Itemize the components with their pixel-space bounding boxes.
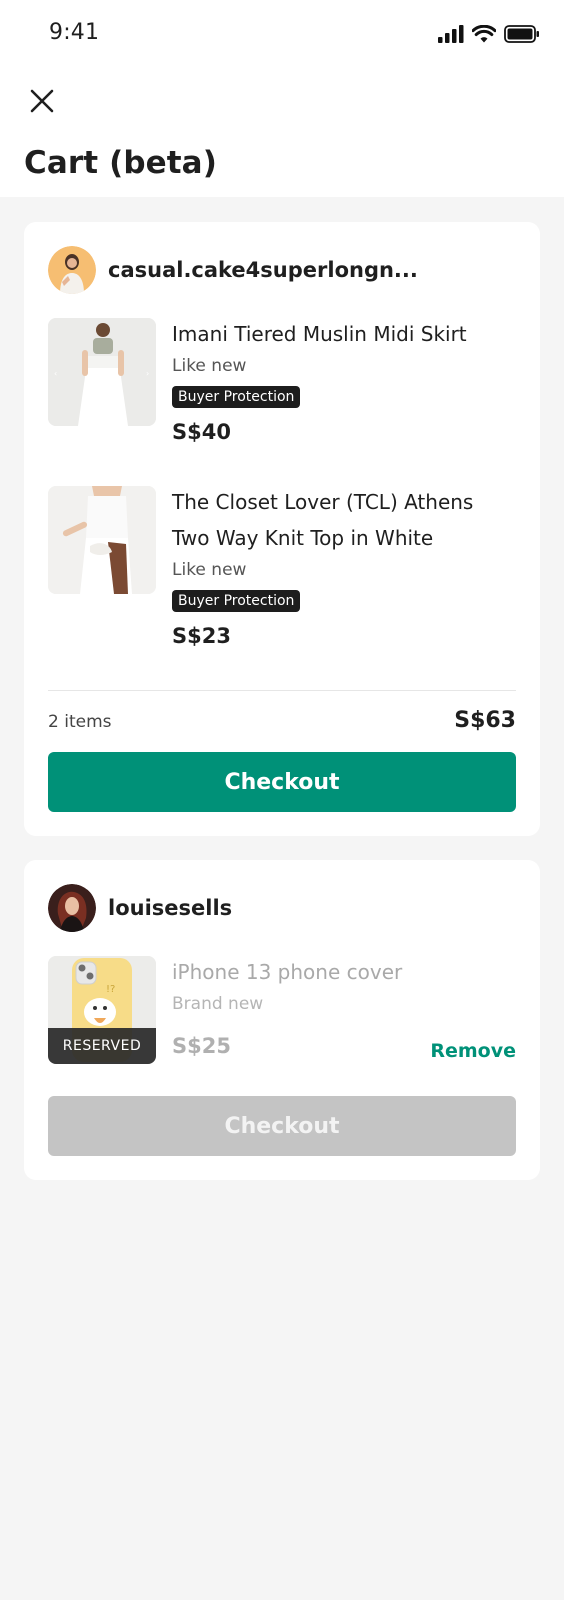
cart-total: S$63: [454, 708, 516, 733]
page-title: Cart (beta): [24, 145, 217, 181]
cart-item[interactable]: !? RESERVED iPhone 13 phone cover Brand …: [48, 956, 516, 1064]
item-info: Imani Tiered Muslin Midi Skirt Like new …: [172, 318, 516, 444]
remove-button[interactable]: Remove: [430, 1040, 516, 1062]
item-title: Imani Tiered Muslin Midi Skirt: [172, 322, 467, 346]
battery-icon: [504, 25, 540, 47]
seller-cart-card: casual.cake4superlongn... ‹ › Imani Tier…: [24, 222, 540, 836]
close-button[interactable]: [26, 85, 58, 117]
seller-header[interactable]: casual.cake4superlongn...: [48, 246, 418, 294]
item-thumbnail: !? RESERVED: [48, 956, 156, 1064]
cart-item[interactable]: The Closet Lover (TCL) Athens Two Way Kn…: [48, 486, 516, 666]
item-thumbnail: [48, 486, 156, 594]
cart-item[interactable]: ‹ › Imani Tiered Muslin Midi Skirt Like …: [48, 318, 516, 458]
divider: [48, 690, 516, 691]
seller-cart-card: louisesells !? RESERVED iPhone 13 phone …: [24, 860, 540, 1180]
item-condition: Like new: [172, 356, 247, 376]
wifi-icon: [471, 24, 497, 47]
seller-avatar: [48, 246, 96, 294]
reserved-label: RESERVED: [48, 1028, 156, 1064]
item-thumbnail: ‹ ›: [48, 318, 156, 426]
status-bar: 9:41: [0, 0, 564, 64]
close-icon: [30, 89, 54, 113]
buyer-protection-badge: Buyer Protection: [172, 590, 301, 612]
item-info: The Closet Lover (TCL) Athens Two Way Kn…: [172, 486, 516, 648]
status-icons: [438, 24, 540, 47]
seller-name: casual.cake4superlongn...: [108, 258, 418, 282]
seller-header[interactable]: louisesells: [48, 884, 232, 932]
svg-text:›: ›: [146, 369, 149, 378]
item-title: iPhone 13 phone cover: [172, 960, 403, 984]
item-price: S$40: [172, 420, 231, 444]
top-bar: 9:41 Cart (beta): [0, 0, 564, 197]
checkout-button-disabled[interactable]: Checkout: [48, 1096, 516, 1156]
item-title: The Closet Lover (TCL) Athens Two Way Kn…: [172, 490, 474, 550]
svg-text:‹: ‹: [54, 369, 57, 378]
item-condition: Like new: [172, 560, 247, 580]
buyer-protection-badge: Buyer Protection: [172, 386, 301, 408]
svg-text:!?: !?: [106, 984, 115, 995]
item-condition: Brand new: [172, 994, 264, 1014]
seller-avatar: [48, 884, 96, 932]
item-count: 2 items: [48, 712, 112, 732]
checkout-button[interactable]: Checkout: [48, 752, 516, 812]
item-price: S$23: [172, 624, 231, 648]
signal-icon: [438, 25, 464, 47]
status-time: 9:41: [49, 20, 100, 45]
seller-name: louisesells: [108, 896, 233, 920]
